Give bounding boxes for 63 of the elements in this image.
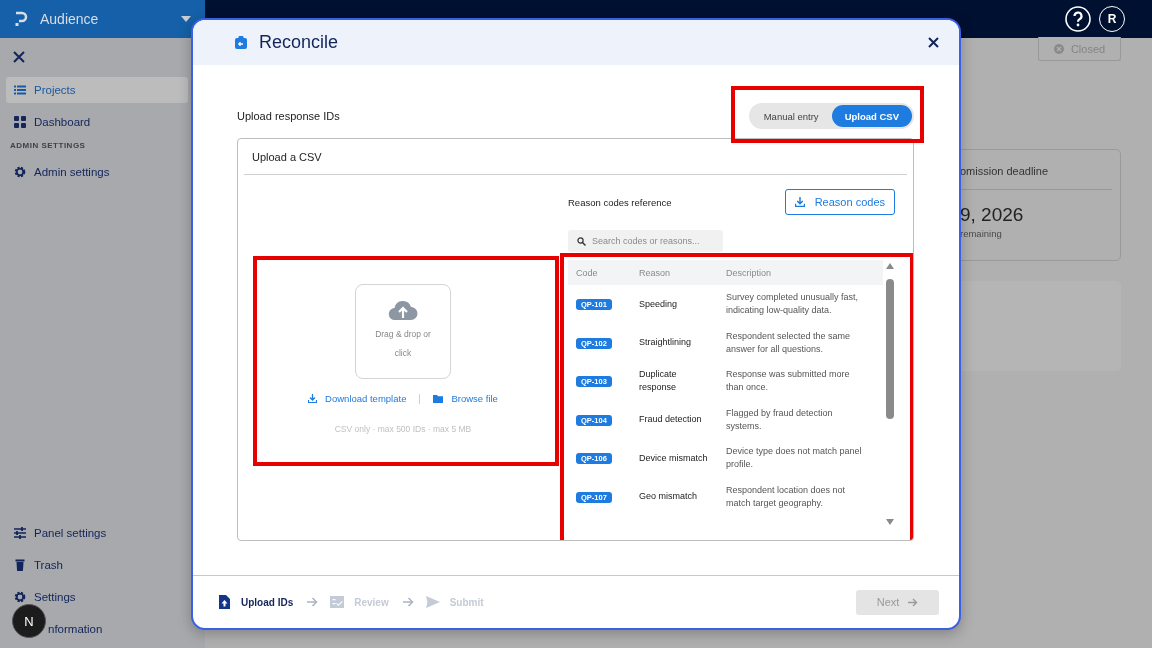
- wizard-step: Upload IDs: [217, 595, 294, 609]
- download-icon: [794, 197, 805, 207]
- description-cell-text: Response was submitted more than once.: [725, 368, 851, 395]
- checklist-icon: [330, 595, 345, 609]
- column-header: Code: [575, 267, 599, 278]
- settings-icon: [14, 591, 26, 603]
- close-icon[interactable]: [13, 51, 25, 63]
- cloud-upload-icon: [388, 299, 418, 321]
- wizard-step: Review: [330, 595, 389, 609]
- section-heading: ADMIN SETTINGS: [9, 140, 87, 152]
- reason-codes-button[interactable]: Reason codes: [784, 189, 895, 215]
- reason-cell-text: Speeding: [638, 297, 679, 311]
- list-icon: [14, 84, 26, 96]
- file-upload-icon: [217, 595, 231, 609]
- description-cell-text: Respondent selected the same answer for all questions.: [725, 329, 852, 356]
- brand-name: Audience: [40, 11, 100, 27]
- grid-icon: [14, 116, 26, 128]
- settings-icon: [14, 166, 26, 178]
- reason-cell-text: Straightlining: [638, 336, 693, 350]
- sidebar-item[interactable]: Trash: [6, 552, 188, 578]
- dropzone[interactable]: Drag & drop or click: [355, 284, 451, 379]
- sliders-icon: [14, 527, 26, 539]
- arrow-icon: [307, 597, 319, 607]
- deadline-date: 9, 2026: [960, 204, 1025, 226]
- wizard-step: Submit: [425, 595, 484, 609]
- description-cell-text: Flagged by fraud detection systems.: [725, 406, 834, 433]
- sidebar-item[interactable]: Projects: [6, 77, 188, 103]
- send-icon: [425, 595, 440, 609]
- reason-cell-text: Device mismatch: [638, 451, 709, 465]
- remaining-note: remaining: [960, 228, 1003, 239]
- brand-bar[interactable]: Audience: [0, 0, 205, 38]
- reason-cell-text: Geo mismatch: [638, 490, 699, 504]
- sidebar-item[interactable]: nformation: [48, 616, 103, 642]
- trash-icon: [14, 559, 26, 571]
- sidebar-item[interactable]: Admin settings: [6, 159, 188, 185]
- close-icon[interactable]: [928, 37, 939, 48]
- column-header: Reason: [638, 267, 672, 278]
- sidebar-item[interactable]: Panel settings: [6, 520, 188, 546]
- arrow-icon: [908, 597, 919, 607]
- toggle-option[interactable]: Upload CSV: [831, 105, 912, 127]
- folder-icon: [433, 394, 444, 403]
- download-icon: [308, 394, 318, 403]
- dialog-title: Reconcile: [259, 32, 340, 53]
- description-cell-text: Device type does not match panel profile.: [725, 445, 863, 472]
- download-template-link[interactable]: Download template: [308, 393, 407, 404]
- clipboard-icon: [235, 36, 247, 49]
- reference-title: Reason codes reference: [568, 196, 672, 208]
- browse-file-link[interactable]: Browse file: [433, 393, 498, 404]
- column-header: Description: [725, 267, 773, 278]
- help-icon[interactable]: [1065, 6, 1091, 32]
- sidebar-item[interactable]: Dashboard: [6, 109, 188, 135]
- caret-icon[interactable]: [181, 16, 191, 22]
- arrow-icon: [402, 597, 414, 607]
- reason-cell-text: Fraud detection: [638, 413, 703, 427]
- close-circle-icon: [1053, 43, 1064, 54]
- logo-icon: [14, 11, 28, 27]
- description-cell-text: Survey completed unusually fast, indicating low-quality data.: [725, 291, 860, 318]
- toggle-option[interactable]: Manual entry: [750, 105, 832, 127]
- card-title: Upload a CSV: [244, 139, 907, 175]
- description-cell-text: Respondent location does not match target geography.: [725, 483, 847, 510]
- reason-cell-text: Duplicate response: [638, 368, 678, 395]
- section-label: Upload response IDs: [237, 110, 340, 122]
- search-field[interactable]: Search codes or reasons...: [568, 230, 723, 252]
